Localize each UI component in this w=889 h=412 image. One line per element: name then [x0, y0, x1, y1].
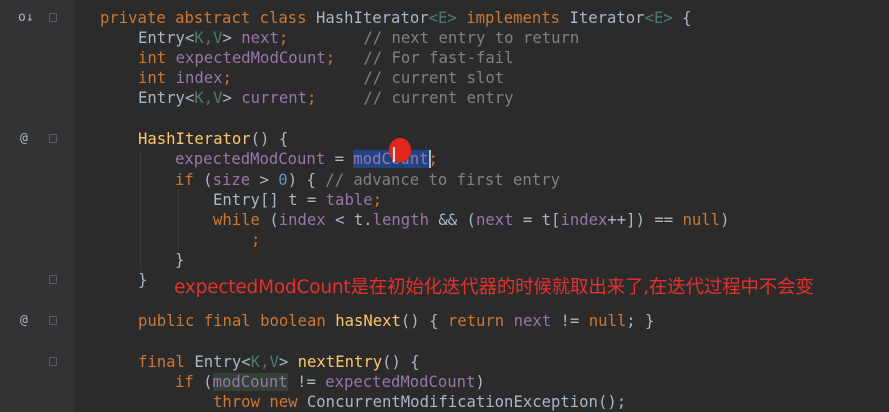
code-line: public final boolean hasNext() { return … — [138, 312, 655, 330]
code-line: } — [138, 271, 148, 289]
code-line: ; — [251, 231, 261, 249]
code-line: int index; // current slot — [138, 69, 505, 87]
code-line: throw new ConcurrentModificationExceptio… — [213, 393, 627, 411]
indent-guide — [178, 190, 179, 250]
annotation-text: expectedModCount是在初始化迭代器的时候就取出来了,在迭代过程中不… — [174, 277, 814, 298]
code-line: Entry<K,V> next; // next entry to return — [138, 29, 580, 47]
indent-guide — [140, 150, 141, 270]
code-line: Entry<K,V> current; // current entry — [138, 89, 514, 107]
code-line: HashIterator() { — [138, 130, 289, 148]
code-line: while (index < t.length && (next = t[ind… — [213, 211, 730, 229]
code-line: private abstract class HashIterator<E> i… — [100, 9, 692, 27]
code-line: Entry[] t = table; — [213, 191, 383, 209]
code-line: int expectedModCount; // For fast-fail — [138, 49, 514, 67]
code-line: final Entry<K,V> nextEntry() { — [138, 353, 420, 371]
code-line: } — [175, 251, 185, 269]
code-line: if (size > 0) { // advance to first entr… — [175, 171, 560, 189]
code-line: if (modCount != expectedModCount) — [175, 373, 485, 391]
text-caret — [429, 150, 431, 168]
code-editor[interactable]: private abstract class HashIterator<E> i… — [0, 0, 889, 412]
text-cursor-icon: I — [391, 143, 397, 167]
